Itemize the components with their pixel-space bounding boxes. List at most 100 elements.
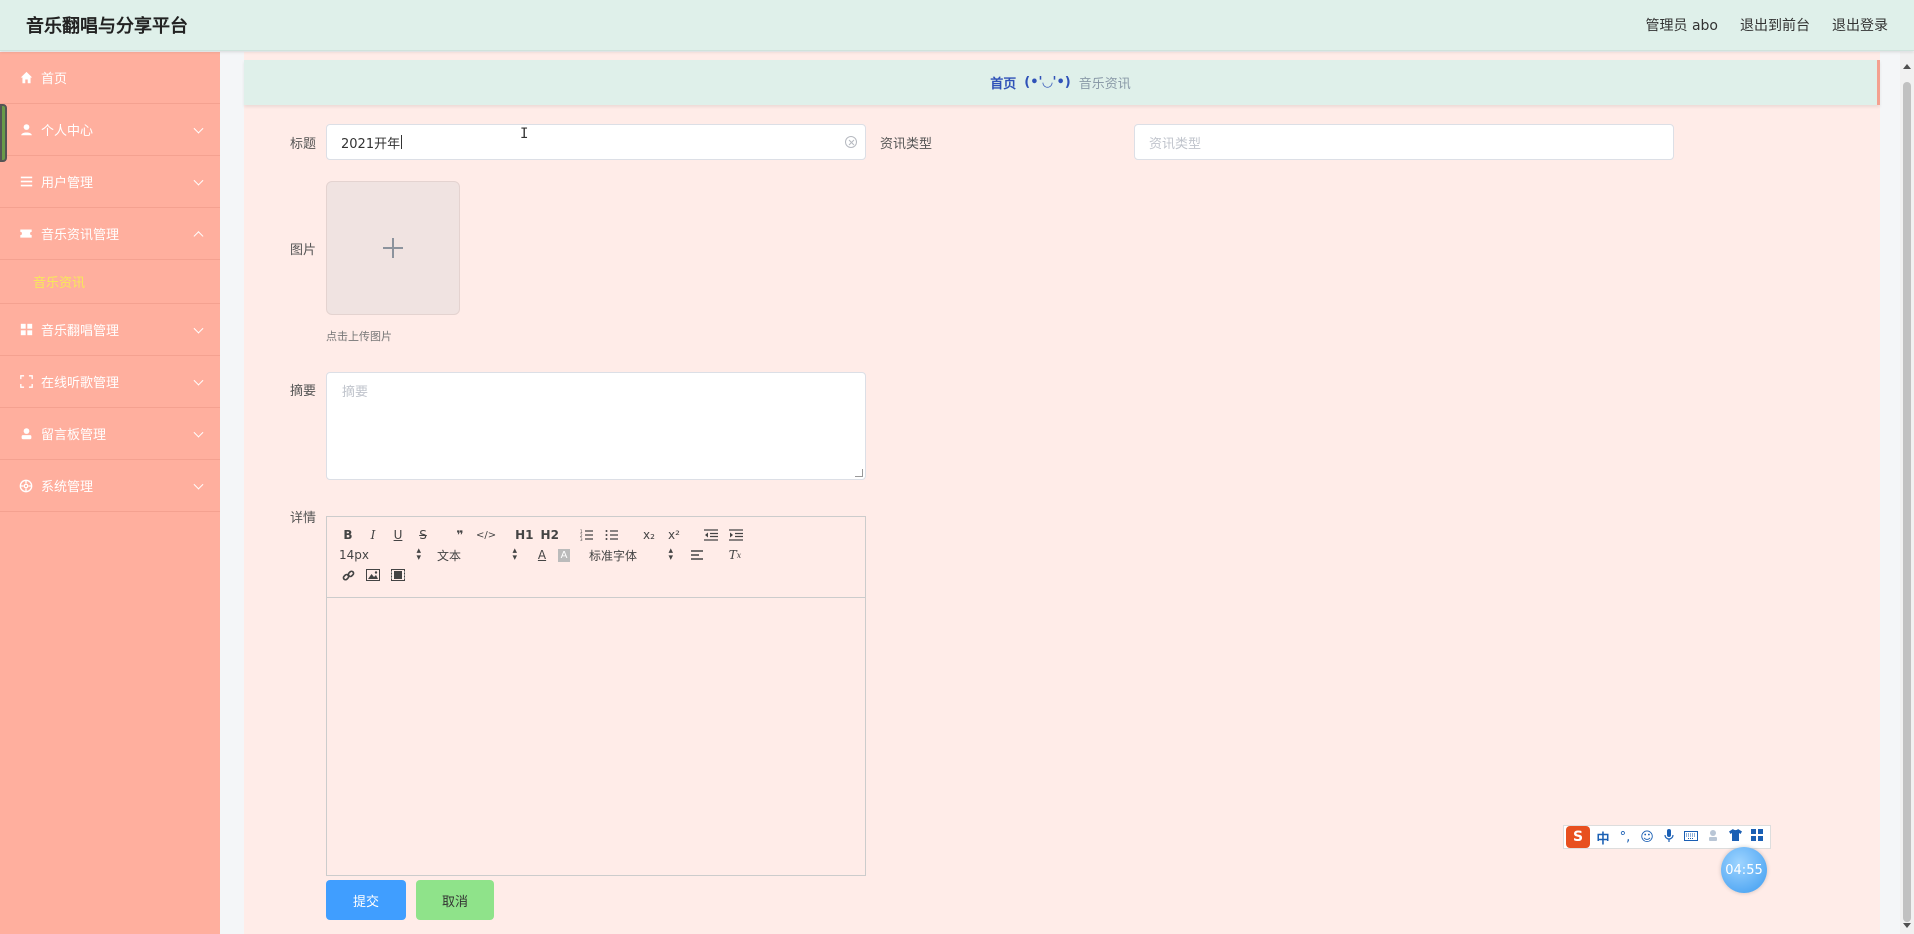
superscript-button[interactable]: x²: [665, 526, 683, 544]
ordered-list-icon[interactable]: 123: [578, 526, 596, 544]
toolbar-row-2: 14px ▴ ▾ 文本 ▴ ▾ A A 标准字体 ▴ ▾ Tx: [339, 545, 853, 565]
upload-hint: 点击上传图片: [326, 330, 392, 343]
select-arrows-icon: ▴ ▾: [668, 546, 673, 563]
breadcrumb-separator: (•'◡'•): [1024, 75, 1071, 90]
outdent-icon[interactable]: [702, 526, 720, 544]
scroll-down-icon[interactable]: [1903, 923, 1911, 928]
heading-value: 文本: [437, 548, 462, 563]
sidebar-item-label: 在线听歌管理: [41, 376, 120, 391]
breadcrumb-current: 音乐资讯: [1078, 77, 1131, 92]
background-color-icon[interactable]: A: [558, 548, 570, 562]
list-icon: [19, 175, 33, 189]
subscript-button[interactable]: x₂: [640, 526, 658, 544]
type-label: 资讯类型: [879, 137, 932, 152]
sogou-logo-icon[interactable]: S: [1566, 826, 1590, 848]
app-title: 音乐翻唱与分享平台: [26, 16, 188, 37]
skin-icon[interactable]: [1726, 829, 1744, 845]
heading-select[interactable]: 文本 ▴ ▾: [437, 547, 517, 564]
home-icon: [19, 71, 33, 85]
breadcrumb-home[interactable]: 首页: [990, 73, 1016, 92]
sidebar-item-message-board[interactable]: 留言板管理: [0, 408, 220, 460]
submit-button[interactable]: 提交: [326, 880, 406, 920]
sidebar-item-system[interactable]: 系统管理: [0, 460, 220, 512]
sidebar-item-music-news[interactable]: 音乐资讯管理: [0, 208, 220, 260]
scrollbar-thumb[interactable]: [1903, 82, 1911, 922]
top-bar: 音乐翻唱与分享平台 管理员 abo 退出到前台 退出登录: [0, 0, 1914, 51]
summary-textarea[interactable]: 摘要: [326, 372, 866, 480]
emoji-icon[interactable]: ☺: [1638, 830, 1656, 845]
strike-button[interactable]: S: [414, 526, 432, 544]
current-user: 管理员 abo: [1645, 18, 1718, 34]
chevron-down-icon: [193, 323, 204, 334]
align-icon[interactable]: [689, 546, 707, 564]
image-icon[interactable]: [364, 566, 382, 584]
sidebar-item-label: 个人中心: [41, 124, 94, 139]
sidebar-item-label: 音乐翻唱管理: [41, 324, 120, 339]
punctuation-icon[interactable]: °,: [1616, 830, 1634, 845]
logout-link[interactable]: 退出登录: [1832, 15, 1888, 35]
page-scrollbar[interactable]: [1900, 52, 1914, 934]
sidebar-item-online-listening[interactable]: 在线听歌管理: [0, 356, 220, 408]
font-family-select[interactable]: 标准字体 ▴ ▾: [589, 547, 673, 564]
bullet-list-icon[interactable]: [603, 526, 621, 544]
image-upload[interactable]: [326, 181, 460, 315]
rich-text-editor: B I U S ❞ </> H1 H2 123 x₂ x² 14px ▴ ▾ 文…: [326, 516, 866, 876]
link-icon[interactable]: [339, 566, 357, 584]
assistant-icon[interactable]: [1704, 829, 1722, 845]
sidebar-subitem-music-news[interactable]: 音乐资讯: [0, 260, 220, 304]
toolbar-row-3: [339, 565, 853, 585]
heading-2-button[interactable]: H2: [541, 526, 559, 544]
type-input-placeholder: 资讯类型: [1149, 136, 1202, 152]
summary-label: 摘要: [289, 384, 316, 399]
sidebar-item-users[interactable]: 用户管理: [0, 156, 220, 208]
text-cursor-icon: I: [520, 126, 529, 142]
chevron-down-icon: [193, 123, 204, 134]
scroll-up-icon[interactable]: [1903, 64, 1911, 69]
breadcrumb: 首页 (•'◡'•) 音乐资讯: [244, 60, 1880, 105]
font-size-select[interactable]: 14px ▴ ▾: [339, 547, 421, 563]
chevron-down-icon: [193, 175, 204, 186]
to-front-link[interactable]: 退出到前台: [1740, 15, 1810, 35]
chevron-down-icon: [193, 375, 204, 386]
sidebar-toggle-handle[interactable]: [0, 104, 7, 162]
ime-mode-button[interactable]: 中: [1594, 828, 1612, 847]
settings-icon: [19, 479, 33, 493]
plus-icon: [383, 238, 403, 258]
select-arrows-icon: ▴ ▾: [512, 546, 517, 563]
title-input[interactable]: 2021开年: [326, 124, 866, 160]
ime-toolbar: S 中 °, ☺: [1563, 825, 1771, 849]
clear-format-icon[interactable]: Tx: [726, 546, 744, 564]
resize-handle[interactable]: [855, 469, 863, 477]
underline-button[interactable]: U: [389, 526, 407, 544]
text-caret: [401, 135, 403, 149]
title-input-value: 2021开年: [341, 136, 401, 152]
sidebar-item-profile[interactable]: 个人中心: [0, 104, 220, 156]
font-color-icon[interactable]: A: [533, 546, 551, 564]
toolbox-icon[interactable]: [1748, 829, 1766, 845]
detail-label: 详情: [289, 511, 316, 526]
chevron-down-icon: [193, 479, 204, 490]
editor-toolbar: B I U S ❞ </> H1 H2 123 x₂ x² 14px ▴ ▾ 文…: [327, 517, 865, 598]
indent-icon[interactable]: [727, 526, 745, 544]
bold-button[interactable]: B: [339, 526, 357, 544]
cancel-button[interactable]: 取消: [416, 880, 494, 920]
sidebar-item-home[interactable]: 首页: [0, 52, 220, 104]
summary-placeholder: 摘要: [342, 385, 369, 400]
heading-1-button[interactable]: H1: [515, 526, 533, 544]
blockquote-icon[interactable]: ❞: [451, 526, 469, 544]
sidebar-item-label: 用户管理: [41, 176, 94, 191]
fullscreen-icon: [19, 375, 33, 389]
italic-button[interactable]: I: [364, 526, 382, 544]
chevron-down-icon: [193, 427, 204, 438]
editor-content-area[interactable]: [327, 598, 865, 875]
image-label: 图片: [289, 243, 316, 258]
clock-widget[interactable]: 04:55: [1721, 847, 1767, 893]
microphone-icon[interactable]: [1660, 828, 1678, 846]
sidebar-item-label: 音乐资讯管理: [41, 228, 120, 243]
code-icon[interactable]: </>: [476, 526, 496, 544]
type-input[interactable]: 资讯类型: [1134, 124, 1674, 160]
keyboard-icon[interactable]: [1682, 830, 1700, 845]
sidebar-item-label: 留言板管理: [41, 428, 107, 443]
sidebar-item-covers[interactable]: 音乐翻唱管理: [0, 304, 220, 356]
video-icon[interactable]: [389, 566, 407, 584]
